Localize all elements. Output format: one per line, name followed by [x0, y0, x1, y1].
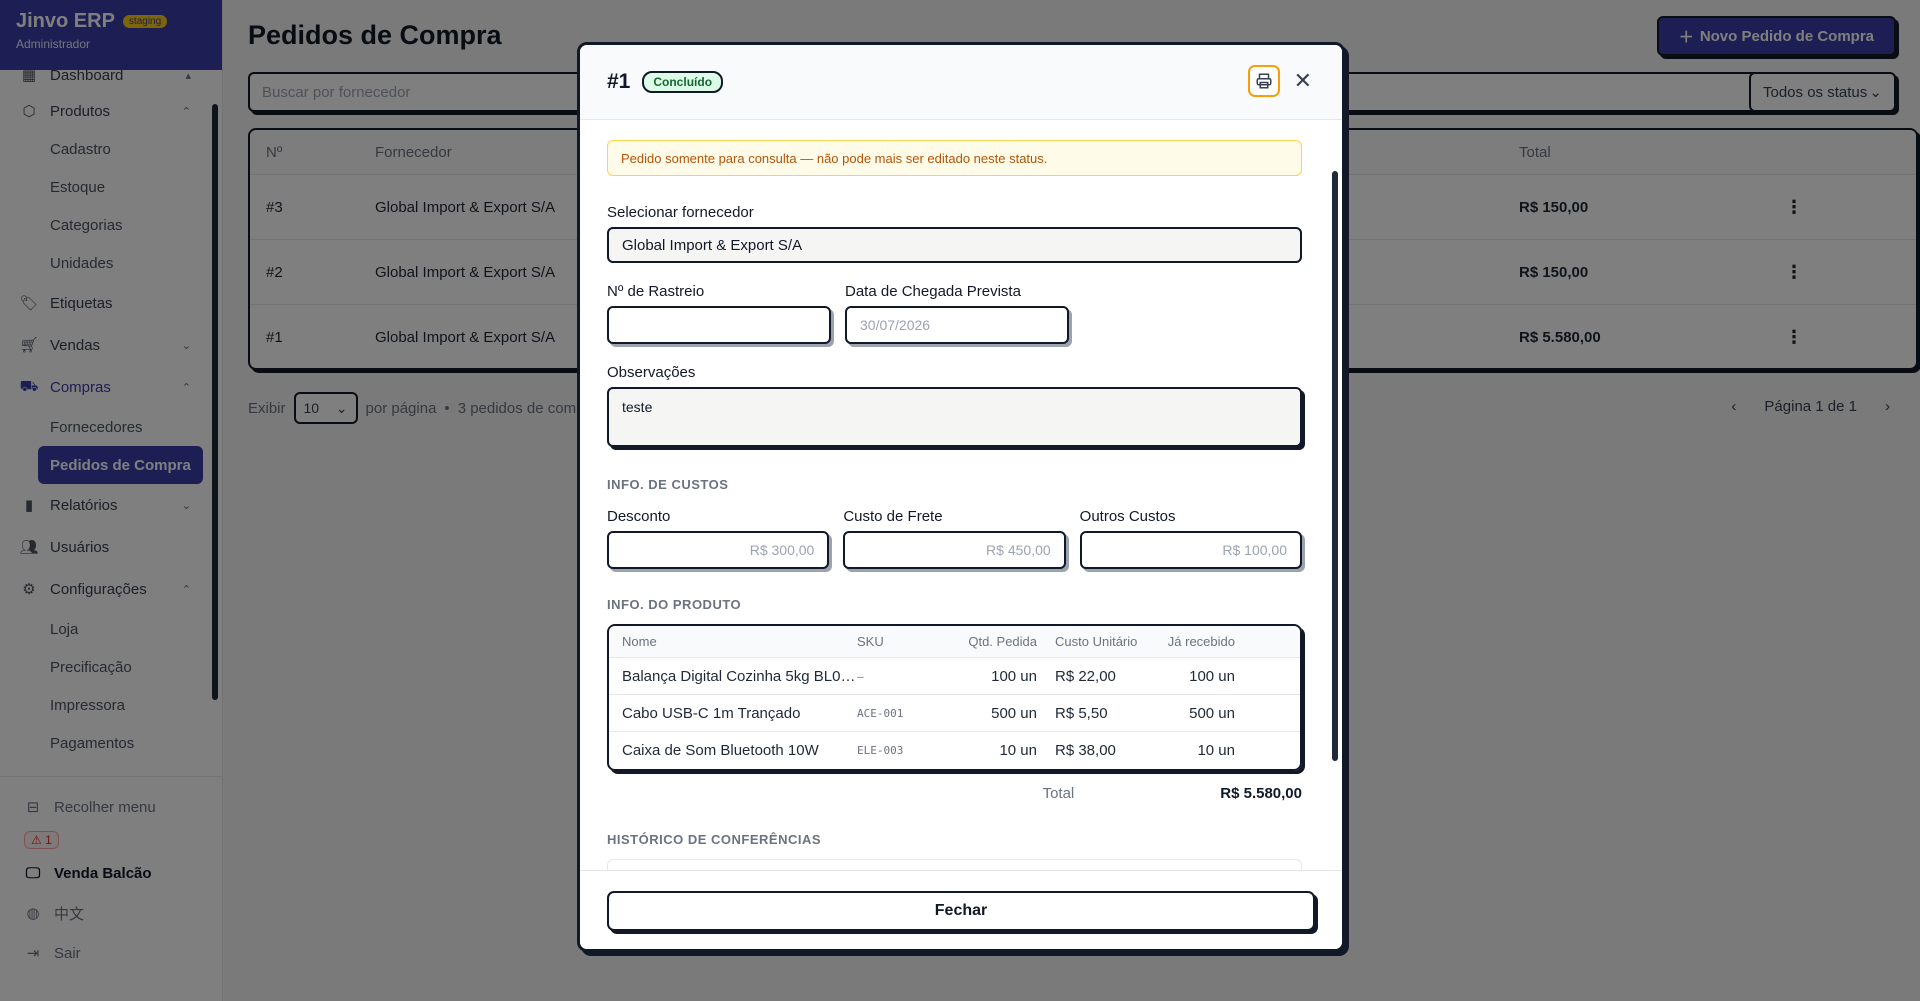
modal-scrollbar[interactable]	[1332, 171, 1338, 761]
total-value: R$ 5.580,00	[1220, 785, 1302, 802]
freight-field[interactable]: R$ 450,00	[843, 531, 1066, 569]
modal-title: #1	[607, 70, 631, 93]
print-button[interactable]	[1248, 65, 1280, 97]
readonly-notice: Pedido somente para consulta — não pode …	[607, 140, 1302, 176]
arrival-date-label: Data de Chegada Prevista	[845, 283, 1021, 300]
modal-body: Pedido somente para consulta — não pode …	[580, 120, 1342, 870]
total-label: Total	[1042, 785, 1075, 802]
other-costs-label: Outros Custos	[1079, 508, 1176, 525]
modal-header: #1 Concluído ✕	[580, 45, 1342, 120]
status-badge: Concluído	[642, 71, 724, 93]
history-section-title: HISTÓRICO DE CONFERÊNCIAS	[607, 832, 822, 847]
products-table: Nome SKU Qtd. Pedida Custo Unitário Já r…	[607, 624, 1302, 771]
products-table-header: Nome SKU Qtd. Pedida Custo Unitário Já r…	[609, 626, 1300, 658]
costs-section-title: INFO. DE CUSTOS	[607, 477, 729, 492]
product-row: Cabo USB-C 1m Trançado ACE-001 500 un R$…	[609, 695, 1300, 732]
other-costs-field[interactable]: R$ 100,00	[1079, 531, 1302, 569]
freight-label: Custo de Frete	[843, 508, 943, 525]
purchase-order-modal: #1 Concluído ✕ Pedido somente para consu…	[577, 42, 1345, 952]
product-section-title: INFO. DO PRODUTO	[607, 597, 742, 612]
product-row: Balança Digital Cozinha 5kg BL0… — 100 u…	[609, 658, 1300, 695]
printer-icon	[1256, 73, 1272, 89]
close-icon[interactable]: ✕	[1294, 69, 1312, 93]
modal-footer: Fechar	[580, 870, 1342, 949]
arrival-date-field[interactable]: 30/07/2026	[845, 306, 1069, 344]
supplier-field[interactable]: Global Import & Export S/A	[607, 227, 1302, 263]
notes-field[interactable]: teste	[607, 387, 1302, 447]
discount-label: Desconto	[607, 508, 671, 525]
close-button[interactable]: Fechar	[607, 891, 1315, 931]
order-total: Total R$ 5.580,00	[607, 785, 1302, 802]
history-list	[607, 859, 1302, 870]
tracking-field[interactable]	[607, 306, 831, 344]
discount-field[interactable]: R$ 300,00	[607, 531, 830, 569]
tracking-label: Nº de Rastreio	[607, 283, 705, 300]
supplier-label: Selecionar fornecedor	[607, 204, 754, 221]
product-row: Caixa de Som Bluetooth 10W ELE-003 10 un…	[622, 742, 1235, 759]
notes-label: Observações	[607, 364, 696, 381]
